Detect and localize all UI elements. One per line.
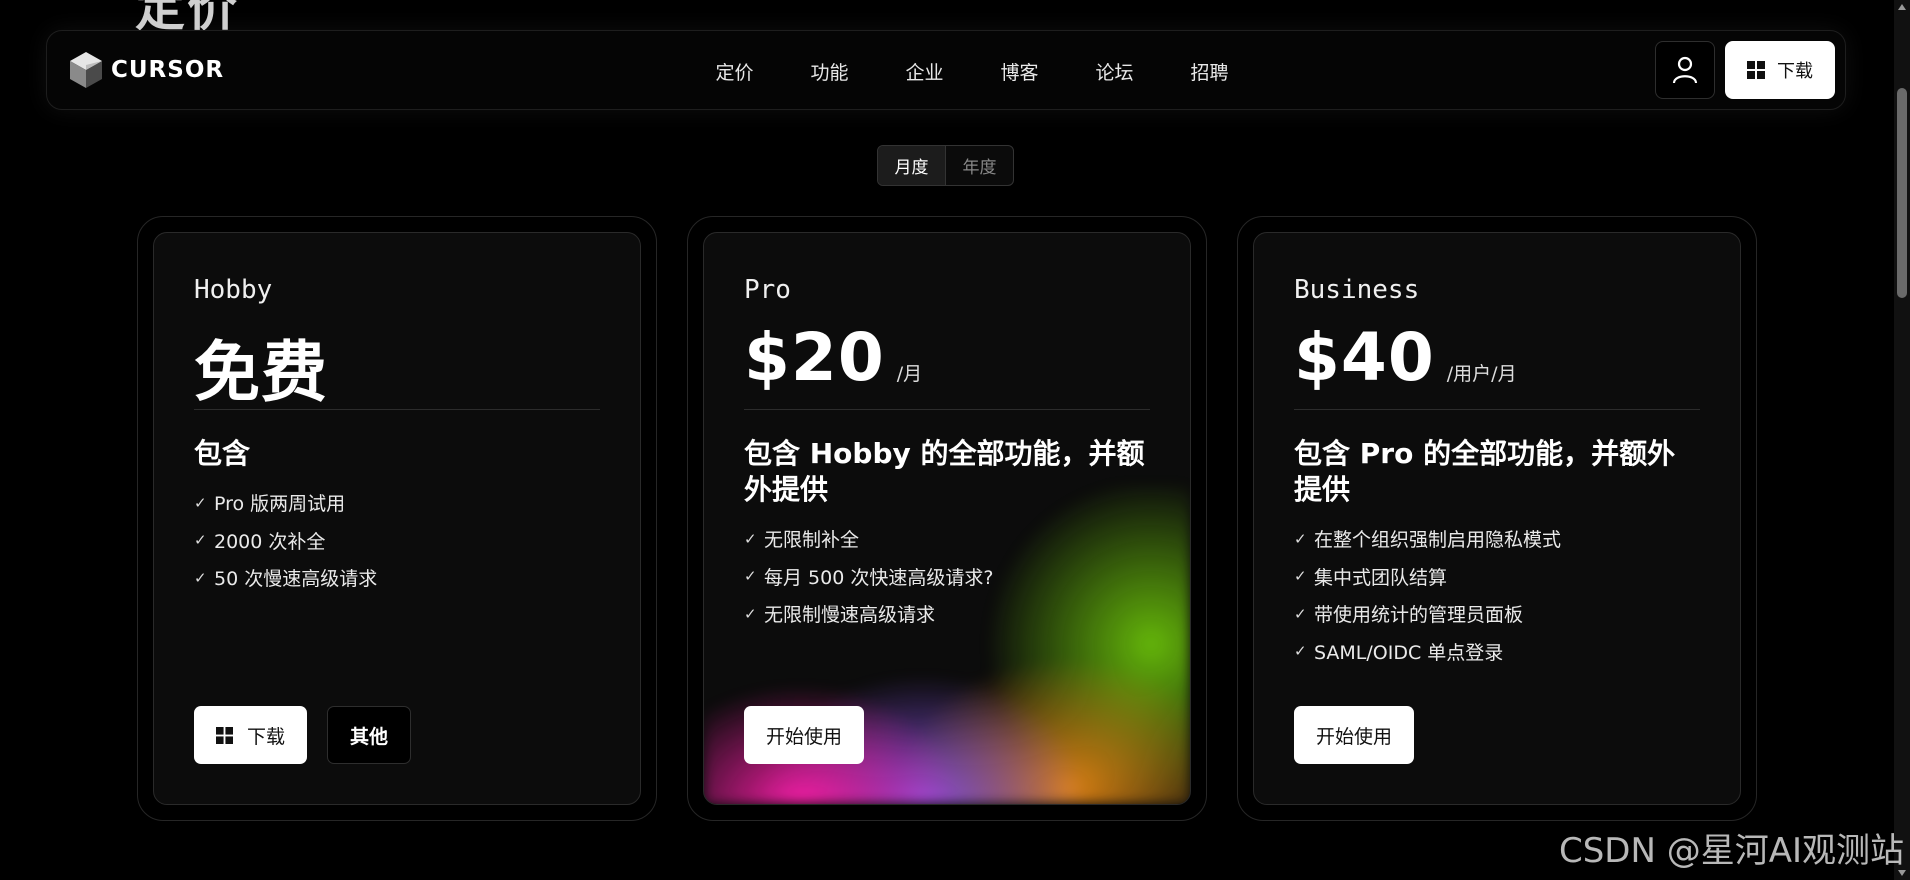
plan-card-business: Business $40 /用户/月 包含 Pro 的全部功能，并额外提供 ✓ 在…: [1237, 216, 1757, 821]
nav-download-label: 下载: [1777, 61, 1813, 82]
feature-item: ✓ 在整个组织强制启用隐私模式: [1294, 520, 1700, 558]
toggle-monthly[interactable]: 月度: [878, 146, 946, 185]
plan-buttons: 开始使用: [744, 706, 865, 764]
feature-item: ✓ 2000 次补全: [194, 522, 600, 560]
scrollbar[interactable]: [1894, 0, 1910, 880]
business-start-button[interactable]: 开始使用: [1294, 706, 1415, 764]
plan-buttons: 开始使用: [1294, 706, 1415, 764]
feature-item: ✓ Pro 版两周试用: [194, 484, 600, 522]
plan-name: Pro: [744, 275, 791, 305]
cube-logo-icon: [70, 52, 102, 88]
hobby-download-label: 下载: [247, 725, 286, 748]
windows-icon: [216, 726, 233, 744]
plan-content: Business $40 /用户/月 包含 Pro 的全部功能，并额外提供 ✓ 在…: [1294, 275, 1700, 670]
feature-list: ✓ Pro 版两周试用 ✓ 2000 次补全 ✓ 50 次慢速高级请求: [194, 484, 600, 597]
plan-card-inner: Pro $20 /月 包含 Hobby 的全部功能，并额外提供 ✓ 无限制补全 ✓…: [703, 232, 1191, 805]
nav-link-blog[interactable]: 博客: [972, 58, 1067, 85]
hobby-other-button[interactable]: 其他: [327, 706, 412, 764]
feature-list: ✓ 在整个组织强制启用隐私模式 ✓ 集中式团队结算 ✓ 带使用统计的管理员面板 ✓ SA…: [1294, 520, 1700, 670]
includes-title: 包含: [194, 437, 251, 470]
feature-text: 在整个组织强制启用隐私模式: [1314, 529, 1562, 552]
hobby-download-button[interactable]: 下载: [194, 706, 308, 764]
feature-text: 无限制慢速高级请求: [764, 604, 936, 627]
nav-actions: 下载: [1655, 41, 1835, 99]
pricing-page: 定价 CURSOR 定价 功能 企业 博客 论坛 招聘 下载 月度 年度 Hob…: [0, 0, 1910, 880]
scrollbar-thumb[interactable]: [1897, 88, 1907, 298]
check-icon: ✓: [1294, 604, 1307, 623]
plan-content: Pro $20 /月 包含 Hobby 的全部功能，并额外提供 ✓ 无限制补全 ✓…: [744, 275, 1150, 633]
feature-text: 集中式团队结算: [1314, 566, 1448, 589]
check-icon: ✓: [1294, 567, 1307, 586]
price-row: 免费: [194, 319, 600, 411]
nav-link-forum[interactable]: 论坛: [1067, 58, 1162, 85]
plan-price: $20: [744, 319, 885, 396]
plan-card-inner: Business $40 /用户/月 包含 Pro 的全部功能，并额外提供 ✓ 在…: [1253, 232, 1741, 805]
divider: [1294, 409, 1700, 410]
plan-buttons: 下载 其他: [194, 706, 412, 764]
check-icon: ✓: [194, 531, 207, 550]
top-nav: CURSOR 定价 功能 企业 博客 论坛 招聘 下载: [46, 30, 1846, 110]
price-row: $20 /月: [744, 319, 1150, 399]
nav-download-button[interactable]: 下载: [1725, 41, 1835, 99]
logo[interactable]: CURSOR: [69, 51, 224, 89]
feature-text: 每月 500 次快速高级请求?: [764, 566, 994, 589]
feature-item: ✓ 集中式团队结算: [1294, 558, 1700, 596]
nav-link-careers[interactable]: 招聘: [1162, 58, 1257, 85]
feature-text: 50 次慢速高级请求: [214, 568, 378, 591]
feature-text: 2000 次补全: [214, 530, 326, 553]
check-icon: ✓: [744, 604, 757, 623]
plan-price: 免费: [194, 334, 328, 411]
feature-item: ✓ 无限制补全: [744, 520, 1150, 558]
plan-content: Hobby 免费 包含 ✓ Pro 版两周试用 ✓ 2000 次补全 ✓ 50 次慢速…: [194, 275, 600, 597]
pro-start-button[interactable]: 开始使用: [744, 706, 865, 764]
check-icon: ✓: [744, 529, 757, 548]
plan-card-pro: Pro $20 /月 包含 Hobby 的全部功能，并额外提供 ✓ 无限制补全 ✓…: [687, 216, 1207, 821]
plan-card-hobby: Hobby 免费 包含 ✓ Pro 版两周试用 ✓ 2000 次补全 ✓ 50 次慢速…: [137, 216, 657, 821]
feature-item: ✓ 每月 500 次快速高级请求?: [744, 558, 1150, 596]
price-row: $40 /用户/月: [1294, 319, 1700, 399]
nav-link-enterprise[interactable]: 企业: [877, 58, 972, 85]
nav-link-pricing[interactable]: 定价: [687, 58, 782, 85]
feature-text: Pro 版两周试用: [214, 493, 346, 516]
divider: [744, 409, 1150, 410]
logo-text: CURSOR: [111, 57, 225, 83]
plan-name: Business: [1294, 275, 1420, 305]
check-icon: ✓: [1294, 529, 1307, 548]
check-icon: ✓: [744, 567, 757, 586]
includes-title: 包含 Pro 的全部功能，并额外提供: [1294, 437, 1676, 506]
account-button[interactable]: [1655, 41, 1715, 99]
windows-icon: [1747, 61, 1765, 79]
price-unit: /月: [896, 363, 923, 385]
plan-name: Hobby: [194, 275, 273, 305]
scroll-up-icon[interactable]: [1898, 4, 1906, 10]
feature-item: ✓ 带使用统计的管理员面板: [1294, 595, 1700, 633]
check-icon: ✓: [1294, 642, 1307, 661]
includes-title: 包含 Hobby 的全部功能，并额外提供: [744, 437, 1145, 506]
nav-link-features[interactable]: 功能: [782, 58, 877, 85]
plan-price: $40: [1294, 319, 1435, 396]
billing-toggle: 月度 年度: [877, 145, 1014, 186]
feature-text: 带使用统计的管理员面板: [1314, 604, 1524, 627]
feature-text: SAML/OIDC 单点登录: [1314, 641, 1504, 664]
price-unit: /用户/月: [1446, 363, 1517, 385]
feature-list: ✓ 无限制补全 ✓ 每月 500 次快速高级请求? ✓ 无限制慢速高级请求: [744, 520, 1150, 633]
feature-text: 无限制补全: [764, 529, 860, 552]
feature-item: ✓ 无限制慢速高级请求: [744, 595, 1150, 633]
check-icon: ✓: [194, 568, 207, 587]
feature-item: ✓ SAML/OIDC 单点登录: [1294, 633, 1700, 671]
check-icon: ✓: [194, 493, 207, 512]
watermark: CSDN @星河AI观测站: [1558, 831, 1904, 871]
toggle-yearly[interactable]: 年度: [946, 146, 1013, 185]
feature-item: ✓ 50 次慢速高级请求: [194, 559, 600, 597]
plan-card-inner: Hobby 免费 包含 ✓ Pro 版两周试用 ✓ 2000 次补全 ✓ 50 次慢速…: [153, 232, 641, 805]
nav-links: 定价 功能 企业 博客 论坛 招聘: [687, 31, 1257, 111]
user-icon: [1672, 56, 1698, 84]
